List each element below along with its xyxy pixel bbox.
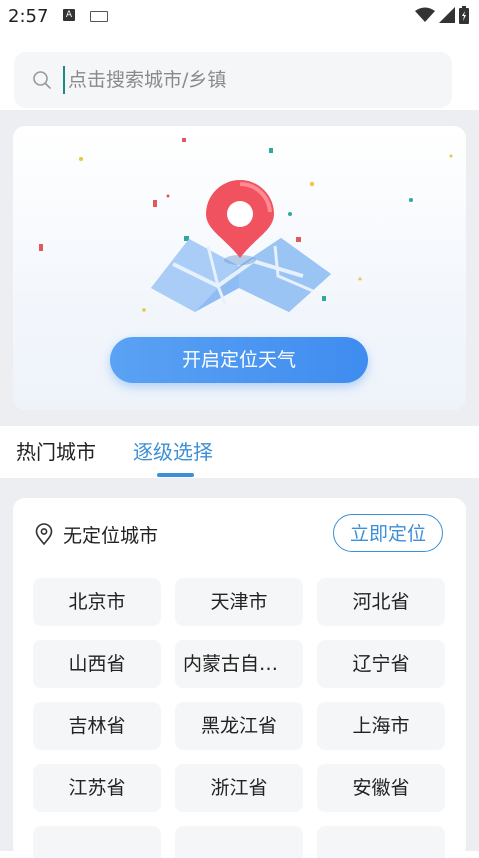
region-item[interactable]: 辽宁省 (317, 640, 445, 688)
region-item[interactable]: 北京市 (33, 578, 161, 626)
region-item[interactable]: 黑龙江省 (175, 702, 303, 750)
battery-icon (459, 6, 469, 24)
search-area (0, 34, 479, 110)
region-item[interactable]: 江苏省 (33, 764, 161, 812)
region-item-partial[interactable] (33, 826, 161, 858)
tab-bar: 热门城市 逐级选择 (0, 426, 479, 478)
status-icons (415, 6, 469, 24)
active-tab-indicator (157, 473, 194, 477)
notification-a-icon: A (63, 9, 75, 21)
search-input[interactable] (68, 52, 428, 108)
region-item[interactable]: 浙江省 (175, 764, 303, 812)
signal-icon (439, 7, 455, 23)
region-select-card: 无定位城市 立即定位 北京市 天津市 河北省 山西省 内蒙古自治... 辽宁省 … (13, 498, 466, 858)
region-item[interactable]: 吉林省 (33, 702, 161, 750)
locate-now-button[interactable]: 立即定位 (333, 514, 443, 552)
tab-hot-cities[interactable]: 热门城市 (16, 436, 96, 465)
region-item[interactable]: 上海市 (317, 702, 445, 750)
region-item-partial[interactable] (175, 826, 303, 858)
region-item-partial[interactable] (317, 826, 445, 858)
status-bar: 2:57 A (0, 0, 479, 34)
region-item[interactable]: 河北省 (317, 578, 445, 626)
keyboard-icon (90, 11, 108, 22)
region-item[interactable]: 天津市 (175, 578, 303, 626)
search-box[interactable] (14, 52, 452, 108)
location-pin-icon (35, 523, 53, 545)
tab-level-select[interactable]: 逐级选择 (133, 436, 213, 465)
locate-card: 开启定位天气 (13, 126, 466, 410)
current-location-label: 无定位城市 (63, 525, 159, 547)
status-time: 2:57 (8, 6, 49, 27)
search-icon (33, 71, 51, 89)
enable-location-weather-button[interactable]: 开启定位天气 (110, 337, 368, 383)
region-item[interactable]: 内蒙古自治... (175, 640, 303, 688)
wifi-icon (415, 7, 435, 22)
text-caret (63, 66, 65, 94)
region-item[interactable]: 安徽省 (317, 764, 445, 812)
region-item[interactable]: 山西省 (33, 640, 161, 688)
